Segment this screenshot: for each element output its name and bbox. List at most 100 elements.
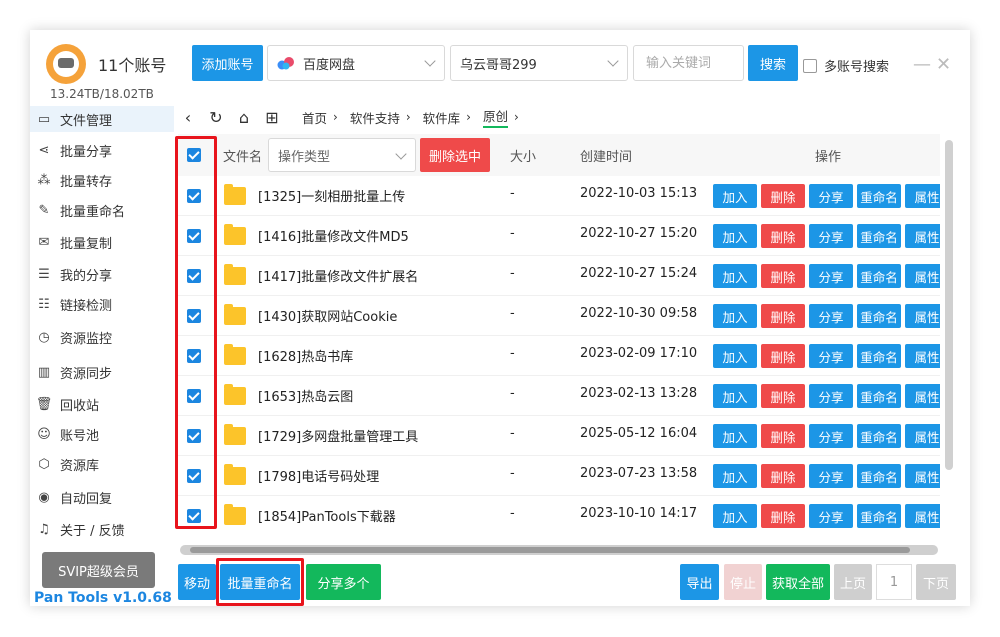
sidebar-item-about-feedback[interactable]: ♫ 关于 / 反馈 bbox=[30, 516, 174, 542]
breadcrumb-original[interactable]: 原创 bbox=[482, 106, 508, 128]
file-name[interactable]: [1417]批量修改文件扩展名 bbox=[258, 266, 418, 285]
sidebar-item-resource-library[interactable]: ⬡ 资源库 bbox=[30, 451, 174, 477]
sidebar-item-batch-share[interactable]: ⋖ 批量分享 bbox=[30, 137, 174, 163]
properties-button[interactable]: 属性 bbox=[905, 264, 940, 288]
share-button[interactable]: 分享 bbox=[809, 424, 853, 448]
table-row[interactable]: [1430]获取网站Cookie - 2022-10-30 09:58 加入 删除 分享重… bbox=[178, 296, 940, 336]
page-number-input[interactable]: 1 bbox=[876, 564, 912, 600]
add-button[interactable]: 加入 bbox=[713, 504, 757, 528]
file-name[interactable]: [1325]一刻相册批量上传 bbox=[258, 186, 405, 205]
table-row[interactable]: [1628]热岛书库 - 2023-02-09 17:10 加入 删除 分享 重命名 属性 bbox=[178, 336, 940, 376]
rename-button[interactable]: 重命名 bbox=[857, 184, 901, 208]
delete-button[interactable]: 删除 bbox=[761, 184, 805, 208]
close-icon[interactable]: ✕ bbox=[936, 54, 951, 75]
drive-select[interactable]: 百度网盘 bbox=[267, 45, 445, 81]
multi-search-checkbox[interactable] bbox=[803, 58, 817, 73]
export-button[interactable]: 导出 bbox=[680, 564, 719, 600]
svip-badge[interactable]: SVIP超级会员 bbox=[42, 552, 155, 588]
search-button[interactable]: 搜索 bbox=[748, 45, 798, 81]
share-button[interactable]: 分享 bbox=[809, 224, 853, 248]
properties-button[interactable]: 属性 bbox=[905, 224, 940, 248]
minimize-icon[interactable]: — bbox=[913, 54, 931, 75]
breadcrumb-software-support[interactable]: 软件支持 bbox=[350, 108, 400, 127]
add-button[interactable]: 加入 bbox=[713, 184, 757, 208]
rename-button[interactable]: 重命名 bbox=[857, 344, 901, 368]
breadcrumb-home[interactable]: 首页 bbox=[302, 108, 327, 127]
properties-button[interactable]: 属性 bbox=[905, 384, 940, 408]
file-name[interactable]: [1430]获取网站Cookie bbox=[258, 306, 397, 325]
move-button[interactable]: 移动 bbox=[178, 564, 216, 600]
sidebar-item-account-pool[interactable]: ☺ 账号池 bbox=[30, 421, 174, 447]
add-button[interactable]: 加入 bbox=[713, 224, 757, 248]
properties-button[interactable]: 属性 bbox=[905, 424, 940, 448]
properties-button[interactable]: 属性 bbox=[905, 344, 940, 368]
add-button[interactable]: 加入 bbox=[713, 304, 757, 328]
file-name[interactable]: [1729]多网盘批量管理工具 bbox=[258, 426, 418, 445]
properties-button[interactable]: 属性 bbox=[905, 184, 940, 208]
rename-button[interactable]: 重命名 bbox=[857, 504, 901, 528]
vertical-scrollbar[interactable] bbox=[945, 140, 953, 470]
back-icon[interactable]: ‹ bbox=[178, 108, 198, 127]
keyword-input[interactable] bbox=[633, 45, 744, 81]
properties-button[interactable]: 属性 bbox=[905, 304, 940, 328]
rename-button[interactable]: 重命名 bbox=[857, 464, 901, 488]
table-row[interactable]: [1729]多网盘批量管理工具 - 2025-05-12 16:04 加入 删除 分享 重命… bbox=[178, 416, 940, 456]
properties-button[interactable]: 属性 bbox=[905, 464, 940, 488]
refresh-icon[interactable]: ↻ bbox=[206, 108, 226, 127]
rename-button[interactable]: 重命名 bbox=[857, 224, 901, 248]
table-row[interactable]: [1653]热岛云图 - 2023-02-13 13:28 加入 删除 分享 重命名 属性 bbox=[178, 376, 940, 416]
get-all-button[interactable]: 获取全部 bbox=[766, 564, 830, 600]
table-row[interactable]: [1798]电话号码处理 - 2023-07-23 13:58 加入 删除 分享 重命名 属性 bbox=[178, 456, 940, 496]
file-name[interactable]: [1416]批量修改文件MD5 bbox=[258, 226, 409, 245]
share-button[interactable]: 分享 bbox=[809, 464, 853, 488]
delete-button[interactable]: 删除 bbox=[761, 504, 805, 528]
breadcrumb-software-library[interactable]: 软件库 bbox=[423, 108, 461, 127]
file-name[interactable]: [1628]热岛书库 bbox=[258, 346, 353, 365]
sidebar-item-resource-monitor[interactable]: ◷ 资源监控 bbox=[30, 324, 174, 350]
delete-button[interactable]: 删除 bbox=[761, 424, 805, 448]
table-row[interactable]: [1854]PanTools下载器 - 2023-10-10 14:17 加入 删除 分享… bbox=[178, 496, 940, 534]
delete-button[interactable]: 删除 bbox=[761, 384, 805, 408]
properties-button[interactable]: 属性 bbox=[905, 504, 940, 528]
share-button[interactable]: 分享 bbox=[809, 384, 853, 408]
next-page-button[interactable]: 下页 bbox=[916, 564, 956, 600]
delete-button[interactable]: 删除 bbox=[761, 304, 805, 328]
add-button[interactable]: 加入 bbox=[713, 424, 757, 448]
delete-button[interactable]: 删除 bbox=[761, 464, 805, 488]
new-folder-icon[interactable]: ⊞ bbox=[262, 108, 282, 127]
share-multiple-button[interactable]: 分享多个 bbox=[306, 564, 381, 600]
add-button[interactable]: 加入 bbox=[713, 464, 757, 488]
rename-button[interactable]: 重命名 bbox=[857, 304, 901, 328]
delete-selected-button[interactable]: 删除选中 bbox=[420, 138, 490, 172]
operation-type-select[interactable]: 操作类型 bbox=[268, 138, 416, 172]
home-icon[interactable]: ⌂ bbox=[234, 108, 254, 127]
rename-button[interactable]: 重命名 bbox=[857, 384, 901, 408]
share-button[interactable]: 分享 bbox=[809, 344, 853, 368]
share-button[interactable]: 分享 bbox=[809, 504, 853, 528]
horizontal-scrollbar[interactable] bbox=[180, 545, 938, 555]
sidebar-item-resource-sync[interactable]: ▥ 资源同步 bbox=[30, 359, 174, 385]
sidebar-item-file-manager[interactable]: ▭ 文件管理 bbox=[30, 106, 174, 132]
share-button[interactable]: 分享 bbox=[809, 264, 853, 288]
add-button[interactable]: 加入 bbox=[713, 344, 757, 368]
prev-page-button[interactable]: 上页 bbox=[834, 564, 872, 600]
rename-button[interactable]: 重命名 bbox=[857, 264, 901, 288]
delete-button[interactable]: 删除 bbox=[761, 224, 805, 248]
share-button[interactable]: 分享 bbox=[809, 184, 853, 208]
table-row[interactable]: [1325]一刻相册批量上传 - 2022-10-03 15:13 加入 删除 分享 重命名… bbox=[178, 176, 940, 216]
sidebar-item-link-check[interactable]: ☷ 链接检测 bbox=[30, 291, 174, 317]
account-select[interactable]: 乌云哥哥299 bbox=[450, 45, 628, 81]
delete-button[interactable]: 删除 bbox=[761, 264, 805, 288]
stop-button[interactable]: 停止 bbox=[724, 564, 762, 600]
table-row[interactable]: [1417]批量修改文件扩展名 - 2022-10-27 15:24 加入 删除 分享 重命… bbox=[178, 256, 940, 296]
sidebar-item-recycle-bin[interactable]: 🗑 回收站 bbox=[30, 391, 174, 417]
sidebar-item-batch-copy[interactable]: ✉ 批量复制 bbox=[30, 229, 174, 255]
share-button[interactable]: 分享 bbox=[809, 304, 853, 328]
add-button[interactable]: 加入 bbox=[713, 264, 757, 288]
sidebar-item-batch-transfer[interactable]: ⁂ 批量转存 bbox=[30, 167, 174, 193]
file-name[interactable]: [1653]热岛云图 bbox=[258, 386, 353, 405]
table-row[interactable]: [1416]批量修改文件MD5 - 2022-10-27 15:20 加入 删除 分享 重命… bbox=[178, 216, 940, 256]
add-button[interactable]: 加入 bbox=[713, 384, 757, 408]
rename-button[interactable]: 重命名 bbox=[857, 424, 901, 448]
add-account-button[interactable]: 添加账号 bbox=[192, 45, 263, 81]
